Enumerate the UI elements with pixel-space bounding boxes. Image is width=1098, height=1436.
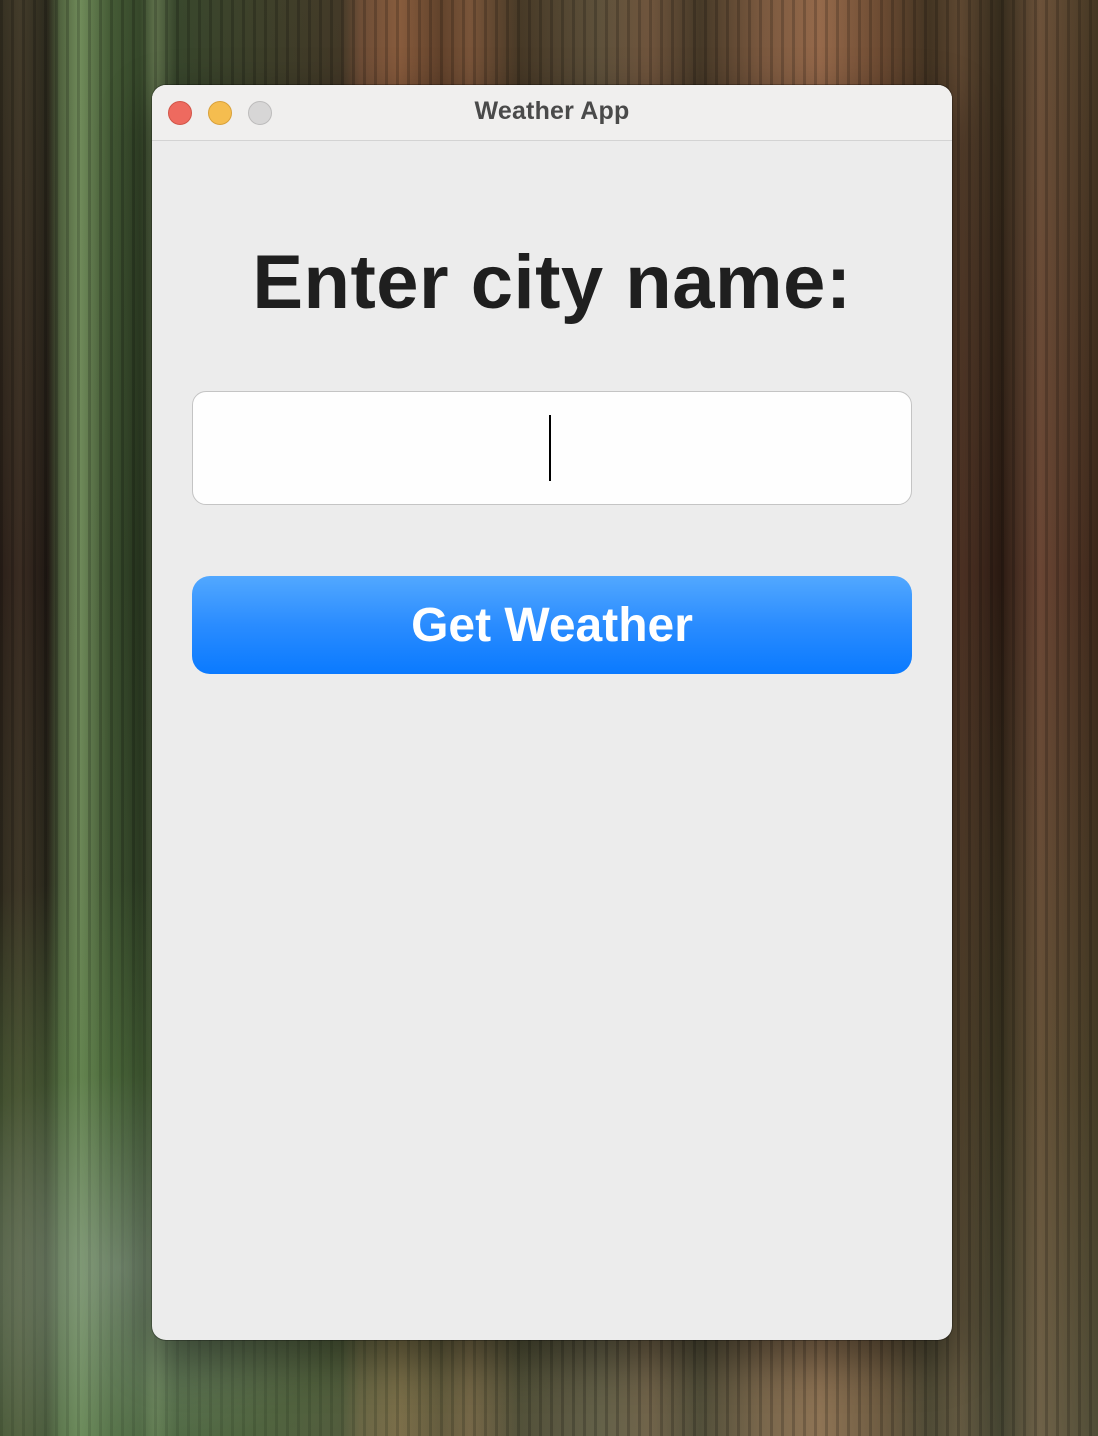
desktop-wallpaper: Weather App Enter city name: Get Weather xyxy=(0,0,1098,1436)
text-cursor xyxy=(549,415,551,481)
weather-app-window: Weather App Enter city name: Get Weather xyxy=(152,85,952,1340)
window-title: Weather App xyxy=(474,97,630,125)
city-prompt-label: Enter city name: xyxy=(252,240,852,325)
main-content: Enter city name: Get Weather xyxy=(152,141,952,1340)
get-weather-button[interactable]: Get Weather xyxy=(192,576,912,674)
city-name-input[interactable] xyxy=(192,391,912,505)
title-bar[interactable]: Weather App xyxy=(152,85,952,141)
